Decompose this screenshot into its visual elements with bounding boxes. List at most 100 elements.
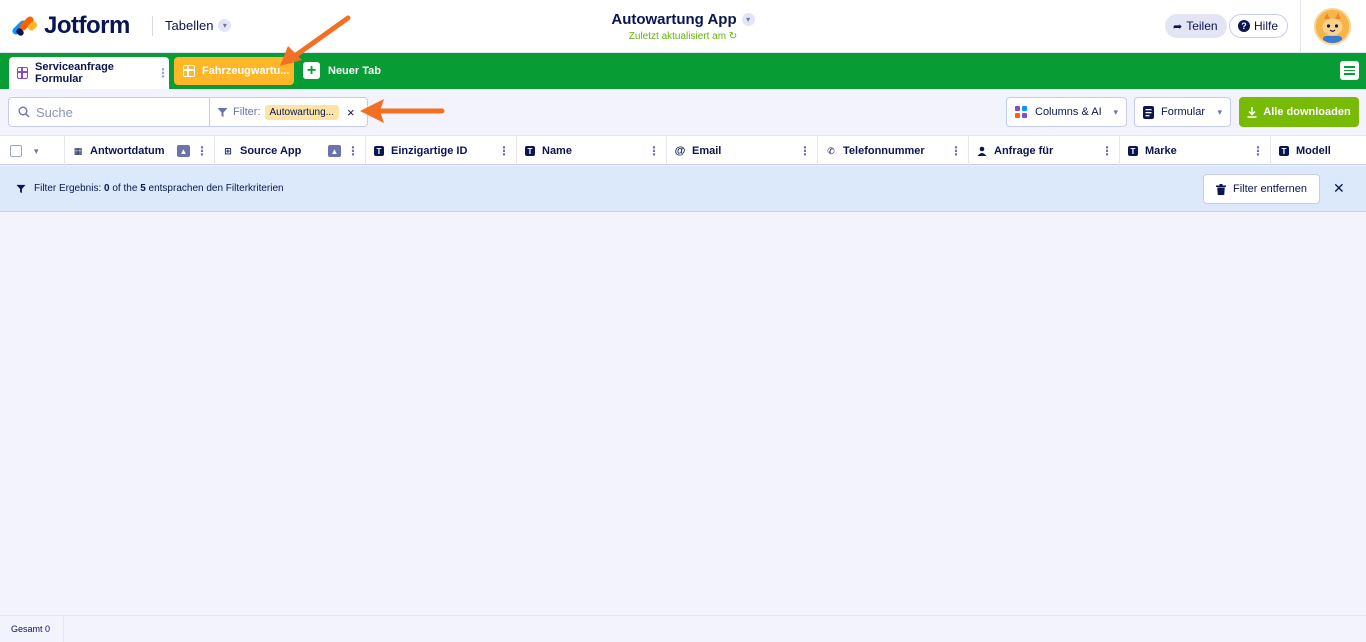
select-all-checkbox[interactable]	[10, 145, 22, 157]
annotation-arrow-filter	[360, 99, 445, 123]
column-label: Anfrage für	[994, 145, 1054, 157]
download-all-button[interactable]: Alle downloaden	[1239, 97, 1359, 127]
kebab-menu-icon[interactable]: ⋮	[498, 144, 510, 158]
clear-filter-icon[interactable]: ×	[347, 105, 355, 120]
text-icon: T	[525, 146, 535, 156]
filter-funnel-icon	[217, 107, 228, 117]
share-button[interactable]: ➦ Teilen	[1165, 14, 1227, 38]
tab-label: Serviceanfrage Formular	[35, 61, 114, 85]
column-header-anfrage-fuer[interactable]: Anfrage für ⋮	[969, 136, 1120, 166]
kebab-menu-icon[interactable]: ⋮	[648, 144, 660, 158]
chevron-down-icon[interactable]: ▾	[34, 146, 39, 157]
text-icon: T	[1128, 146, 1138, 156]
kebab-menu-icon[interactable]: ⋮	[196, 144, 208, 158]
refresh-icon: ↻	[728, 31, 738, 42]
filter-label: Filter:	[233, 106, 261, 118]
filter-result-bar: Filter Ergebnis: 0 of the 5 entsprachen …	[0, 166, 1366, 212]
grid-plus-icon: ⊞	[224, 145, 232, 156]
chevron-down-icon: ▾	[1217, 106, 1222, 117]
column-header-einzigartige-id[interactable]: T Einzigartige ID ⋮	[366, 136, 517, 166]
column-header-telefonnummer[interactable]: ✆ Telefonnummer ⋮	[818, 136, 969, 166]
help-label: Hilfe	[1254, 19, 1279, 33]
filter-result-text: Filter Ergebnis: 0 of the 5 entsprachen …	[34, 183, 284, 194]
person-icon	[977, 146, 987, 156]
last-updated: Zuletzt aktualisiert am ↻	[0, 31, 1366, 42]
remove-filter-button[interactable]: Filter entfernen	[1203, 174, 1320, 204]
kebab-menu-icon[interactable]: ⋮	[1252, 144, 1264, 158]
tab-bar: Serviceanfrage Formular ⋮ Fahrzeugwartu.…	[0, 53, 1366, 89]
text-icon: T	[374, 146, 384, 156]
lock-icon: ▲	[328, 145, 341, 157]
close-icon[interactable]: ✕	[1333, 180, 1345, 197]
hamburger-menu-icon[interactable]	[1340, 61, 1359, 80]
column-header-modell[interactable]: T Modell	[1271, 136, 1366, 166]
column-label: Antwortdatum	[90, 145, 165, 157]
column-label: Name	[542, 145, 572, 157]
tab-fahrzeugwartung[interactable]: Fahrzeugwartu...	[174, 57, 294, 85]
form-button[interactable]: Formular ▾	[1134, 97, 1231, 127]
at-icon: @	[674, 145, 686, 157]
download-label: Alle downloaden	[1263, 106, 1351, 118]
filter-box[interactable]: Filter: Autowartung... ×	[209, 97, 368, 127]
help-button[interactable]: ? Hilfe	[1229, 14, 1289, 38]
table-header: ▾ ▦ Antwortdatum ▲ ⋮ ⊞ Source App ▲ ⋮ T …	[0, 135, 1366, 166]
kebab-menu-icon[interactable]: ⋮	[799, 144, 811, 158]
search-input[interactable]	[36, 104, 196, 120]
filter-chip[interactable]: Autowartung...	[264, 104, 339, 120]
column-header-marke[interactable]: T Marke ⋮	[1120, 136, 1271, 166]
remove-filter-label: Filter entfernen	[1233, 183, 1307, 195]
search-icon	[18, 106, 30, 118]
column-header-email[interactable]: @ Email ⋮	[667, 136, 818, 166]
kebab-menu-icon[interactable]: ⋮	[347, 144, 359, 158]
share-label: Teilen	[1186, 19, 1218, 33]
columns-ai-label: Columns & AI	[1035, 106, 1102, 118]
column-label: Telefonnummer	[843, 145, 925, 157]
columns-ai-button[interactable]: Columns & AI ▾	[1006, 97, 1127, 127]
columns-ai-icon	[1015, 106, 1027, 118]
lock-icon: ▲	[177, 145, 190, 157]
tab-serviceanfrage-formular[interactable]: Serviceanfrage Formular ⋮	[9, 57, 169, 89]
table-grid-icon	[17, 67, 29, 79]
column-label: Einzigartige ID	[391, 145, 468, 157]
form-document-icon	[1143, 105, 1154, 119]
footer-bar: Gesamt 0	[0, 615, 1366, 642]
table-grid-icon	[183, 65, 195, 77]
annotation-arrow-tab	[280, 15, 351, 66]
filter-result-suffix: entsprachen den Filterkriterien	[148, 183, 284, 194]
app-title-text: Autowartung App	[611, 11, 737, 28]
table-toolbar: Filter: Autowartung... × Columns & AI ▾ …	[0, 89, 1366, 135]
text-icon: T	[1279, 146, 1289, 156]
calendar-icon: ▦	[73, 145, 83, 156]
column-label: Email	[692, 145, 722, 157]
tab-label: Fahrzeugwartu...	[202, 65, 290, 77]
column-header-source-app[interactable]: ⊞ Source App ▲ ⋮	[215, 136, 366, 166]
download-icon	[1247, 106, 1257, 118]
select-all-column: ▾	[0, 136, 65, 166]
kebab-menu-icon[interactable]: ⋮	[1101, 144, 1113, 158]
column-header-antwortdatum[interactable]: ▦ Antwortdatum ▲ ⋮	[65, 136, 215, 166]
app-title-block: Autowartung App ▾ Zuletzt aktualisiert a…	[0, 11, 1366, 42]
avatar[interactable]	[1314, 8, 1351, 45]
top-header: Jotform Tabellen ▾ Autowartung App ▾ Zul…	[0, 0, 1366, 53]
filter-result-total: 5	[140, 183, 146, 194]
chevron-down-icon: ▾	[741, 13, 755, 26]
last-updated-text: Zuletzt aktualisiert am	[628, 31, 727, 42]
search-box	[8, 97, 210, 127]
column-label: Modell	[1296, 145, 1331, 157]
kebab-menu-icon[interactable]: ⋮	[950, 144, 962, 158]
column-label: Source App	[240, 145, 302, 157]
filter-result-of: of the	[112, 183, 138, 194]
question-icon: ?	[1238, 20, 1250, 32]
trash-icon	[1216, 183, 1226, 195]
kebab-menu-icon[interactable]: ⋮	[157, 67, 169, 79]
form-label: Formular	[1161, 106, 1206, 118]
column-label: Marke	[1145, 145, 1177, 157]
share-arrow-icon: ➦	[1173, 20, 1183, 33]
filter-result-prefix: Filter Ergebnis:	[34, 183, 102, 194]
phone-icon: ✆	[827, 145, 835, 156]
chevron-down-icon: ▾	[1113, 106, 1118, 117]
app-title[interactable]: Autowartung App ▾	[611, 11, 755, 28]
column-header-name[interactable]: T Name ⋮	[517, 136, 667, 166]
filter-funnel-icon	[16, 184, 26, 193]
header-separator	[1300, 0, 1301, 53]
